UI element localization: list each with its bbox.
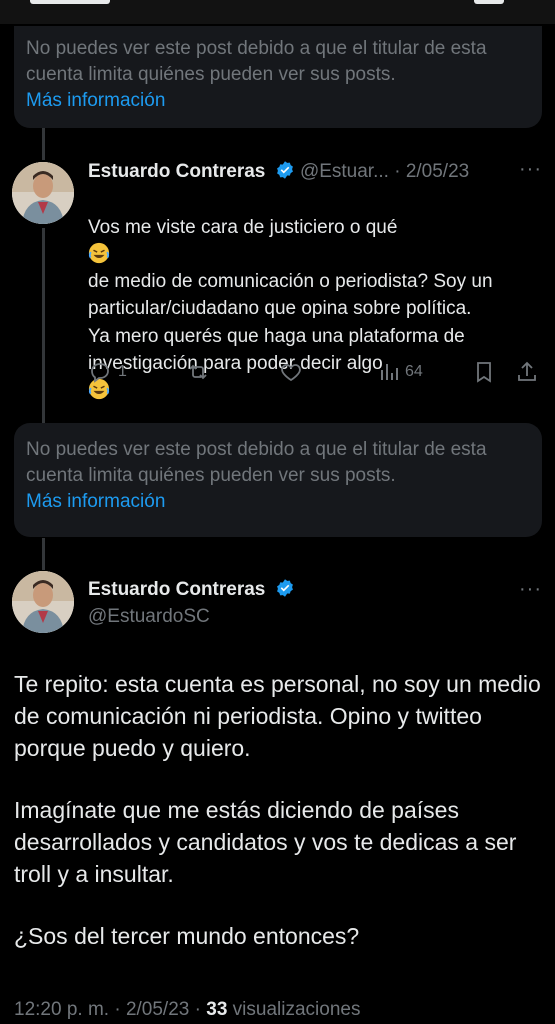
views-count[interactable]: 33 xyxy=(206,999,227,1020)
reply-text-line: Vos me viste cara de justiciero o qué xyxy=(88,217,398,238)
views-label: visualizaciones xyxy=(232,999,361,1020)
views-count: 64 xyxy=(405,363,423,380)
notice-text: No puedes ver este post debido a que el … xyxy=(26,38,487,85)
restricted-post-notice: No puedes ver este post debido a que el … xyxy=(14,26,542,128)
like-icon xyxy=(281,364,301,382)
post-paragraph: Imagínate que me estás diciendo de paíse… xyxy=(14,797,517,887)
separator: · xyxy=(114,999,121,1020)
post-paragraph: ¿Sos del tercer mundo entonces? xyxy=(14,923,360,949)
reply-icon xyxy=(91,363,109,383)
restricted-post-notice: No puedes ver este post debido a que el … xyxy=(14,423,542,537)
post-date[interactable]: 2/05/23 xyxy=(126,999,189,1020)
author-handle[interactable]: @Estuar... xyxy=(300,161,389,182)
main-post-header: Estuardo Contreras xyxy=(88,578,295,601)
share-icon xyxy=(518,361,536,381)
bookmark-button[interactable] xyxy=(472,360,496,384)
reply-count: 1 xyxy=(118,363,127,380)
reply-header: Estuardo Contreras @Estuar... · 2/05/23 xyxy=(88,160,469,183)
post-time[interactable]: 12:20 p. m. xyxy=(14,999,109,1020)
more-info-link[interactable]: Más información xyxy=(26,88,530,114)
like-button[interactable] xyxy=(279,360,303,384)
separator: · xyxy=(394,161,401,182)
avatar[interactable] xyxy=(12,162,74,224)
thread-line xyxy=(42,228,45,423)
separator: · xyxy=(194,999,201,1020)
retweet-icon xyxy=(189,364,207,380)
share-button[interactable] xyxy=(515,360,539,384)
author-handle[interactable]: @EstuardoSC xyxy=(88,606,210,628)
verified-badge-icon xyxy=(276,161,293,179)
post-actions: 1 64 xyxy=(0,360,555,390)
views-button[interactable]: 64 xyxy=(377,360,423,384)
bookmark-icon xyxy=(477,362,491,383)
post-date[interactable]: 2/05/23 xyxy=(406,161,469,182)
views-icon xyxy=(381,364,398,380)
more-options-icon[interactable]: ··· xyxy=(519,158,542,181)
thread-line xyxy=(42,128,45,160)
author-name[interactable]: Estuardo Contreras xyxy=(88,161,265,182)
main-post-text: Te repito: esta cuenta es personal, no s… xyxy=(14,668,544,982)
post-paragraph: Te repito: esta cuenta es personal, no s… xyxy=(14,671,541,761)
avatar[interactable] xyxy=(12,571,74,633)
more-info-link[interactable]: Más información xyxy=(26,489,530,515)
retweet-button[interactable] xyxy=(186,360,210,384)
more-options-icon[interactable]: ··· xyxy=(519,578,542,601)
notice-text: No puedes ver este post debido a que el … xyxy=(26,439,487,486)
post-metadata: 12:20 p. m. · 2/05/23 · 33 visualizacion… xyxy=(14,999,360,1021)
author-name[interactable]: Estuardo Contreras xyxy=(88,579,265,600)
laughing-crying-emoji xyxy=(88,242,110,264)
verified-badge-icon xyxy=(276,579,293,597)
status-bar xyxy=(0,0,555,24)
reply-button[interactable]: 1 xyxy=(88,360,127,384)
thread-line xyxy=(42,538,45,570)
